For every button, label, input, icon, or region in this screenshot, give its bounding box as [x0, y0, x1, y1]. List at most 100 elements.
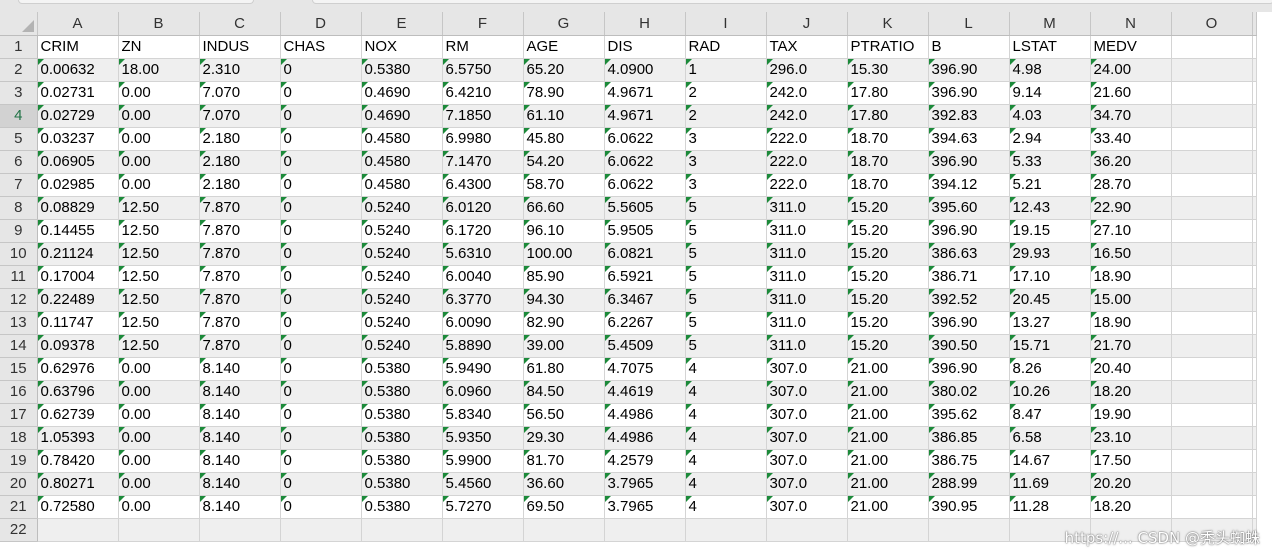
cell[interactable]: 0.5380: [361, 472, 443, 496]
cell[interactable]: 21.00: [847, 449, 929, 473]
cell[interactable]: 5.33: [1009, 150, 1091, 174]
cell[interactable]: 0: [280, 472, 362, 496]
cell[interactable]: 307.0: [766, 380, 848, 404]
cell[interactable]: 4: [685, 380, 767, 404]
cell[interactable]: 242.0: [766, 81, 848, 105]
cell[interactable]: 4.7075: [604, 357, 686, 381]
cell[interactable]: [1252, 127, 1257, 151]
row-header[interactable]: 21: [0, 495, 38, 519]
cell[interactable]: 12.50: [118, 334, 200, 358]
cell[interactable]: CRIM: [37, 35, 119, 59]
cell[interactable]: 4: [685, 357, 767, 381]
cell[interactable]: 61.10: [523, 104, 605, 128]
cell[interactable]: 0.4580: [361, 150, 443, 174]
cell[interactable]: [1171, 35, 1253, 59]
cell[interactable]: [1252, 58, 1257, 82]
cell[interactable]: [1171, 334, 1253, 358]
cell[interactable]: 69.50: [523, 495, 605, 519]
cell[interactable]: RAD: [685, 35, 767, 59]
cell[interactable]: 0: [280, 173, 362, 197]
cell[interactable]: 6.5750: [442, 58, 524, 82]
cell[interactable]: 5: [685, 288, 767, 312]
cell[interactable]: 4.9671: [604, 81, 686, 105]
cell[interactable]: 12.50: [118, 265, 200, 289]
cell[interactable]: 0: [280, 196, 362, 220]
cell[interactable]: 0.5380: [361, 449, 443, 473]
cell[interactable]: 5.8340: [442, 403, 524, 427]
cell[interactable]: [766, 518, 848, 542]
cell[interactable]: 5: [685, 311, 767, 335]
cell[interactable]: 3: [685, 127, 767, 151]
cell[interactable]: [1171, 127, 1253, 151]
cell[interactable]: 18.00: [118, 58, 200, 82]
cell[interactable]: 6.3770: [442, 288, 524, 312]
cell[interactable]: 4: [685, 495, 767, 519]
cell[interactable]: 58.70: [523, 173, 605, 197]
column-header-c[interactable]: C: [199, 12, 281, 36]
column-header-i[interactable]: I: [685, 12, 767, 36]
cell[interactable]: 12.50: [118, 219, 200, 243]
cell[interactable]: 8.26: [1009, 357, 1091, 381]
cell[interactable]: [1171, 495, 1253, 519]
cell[interactable]: 0: [280, 127, 362, 151]
cell[interactable]: 0: [280, 242, 362, 266]
cell[interactable]: 0.00: [118, 127, 200, 151]
cell[interactable]: 78.90: [523, 81, 605, 105]
cell[interactable]: [1252, 35, 1257, 59]
cell[interactable]: 21.00: [847, 380, 929, 404]
cell[interactable]: 0.4690: [361, 81, 443, 105]
cell[interactable]: 0.02729: [37, 104, 119, 128]
cell[interactable]: [1252, 449, 1257, 473]
cell[interactable]: 0.4580: [361, 127, 443, 151]
cell[interactable]: 29.30: [523, 426, 605, 450]
cell[interactable]: 5.4509: [604, 334, 686, 358]
cell[interactable]: 21.00: [847, 426, 929, 450]
cell[interactable]: [199, 518, 281, 542]
cell[interactable]: 0.5240: [361, 242, 443, 266]
cell[interactable]: 0.5240: [361, 334, 443, 358]
cell[interactable]: 0: [280, 58, 362, 82]
cell[interactable]: 7.070: [199, 81, 281, 105]
cell[interactable]: 288.99: [928, 472, 1010, 496]
column-header-m[interactable]: M: [1009, 12, 1091, 36]
cell[interactable]: [1252, 104, 1257, 128]
cell[interactable]: 8.140: [199, 449, 281, 473]
cell[interactable]: [1171, 81, 1253, 105]
cell[interactable]: 3: [685, 173, 767, 197]
cell[interactable]: [1252, 196, 1257, 220]
cell[interactable]: 15.20: [847, 219, 929, 243]
cell[interactable]: 0.62739: [37, 403, 119, 427]
cell[interactable]: 0.00: [118, 495, 200, 519]
cell[interactable]: 2.180: [199, 173, 281, 197]
cell[interactable]: 4: [685, 449, 767, 473]
cell[interactable]: 0: [280, 449, 362, 473]
cell[interactable]: 2: [685, 104, 767, 128]
cell[interactable]: 7.870: [199, 196, 281, 220]
cell[interactable]: 4.4619: [604, 380, 686, 404]
cell[interactable]: 6.2267: [604, 311, 686, 335]
cell[interactable]: INDUS: [199, 35, 281, 59]
cell[interactable]: 15.20: [847, 265, 929, 289]
cell[interactable]: 0: [280, 403, 362, 427]
row-header[interactable]: 4: [0, 104, 38, 128]
cell[interactable]: 61.80: [523, 357, 605, 381]
cell[interactable]: 311.0: [766, 311, 848, 335]
cell[interactable]: 6.9980: [442, 127, 524, 151]
column-header-g[interactable]: G: [523, 12, 605, 36]
cell[interactable]: 0.00: [118, 472, 200, 496]
cell[interactable]: 0.03237: [37, 127, 119, 151]
cell[interactable]: [1252, 334, 1257, 358]
cell[interactable]: 396.90: [928, 311, 1010, 335]
cell[interactable]: 0.08829: [37, 196, 119, 220]
cell[interactable]: 5: [685, 196, 767, 220]
cell[interactable]: 17.50: [1090, 449, 1172, 473]
cell[interactable]: NOX: [361, 35, 443, 59]
cell[interactable]: 6.1720: [442, 219, 524, 243]
row-header[interactable]: 11: [0, 265, 38, 289]
cell[interactable]: 21.00: [847, 472, 929, 496]
cell[interactable]: 6.4300: [442, 173, 524, 197]
row-header[interactable]: 5: [0, 127, 38, 151]
cell[interactable]: [1252, 265, 1257, 289]
cell[interactable]: 12.50: [118, 196, 200, 220]
cell[interactable]: 33.40: [1090, 127, 1172, 151]
